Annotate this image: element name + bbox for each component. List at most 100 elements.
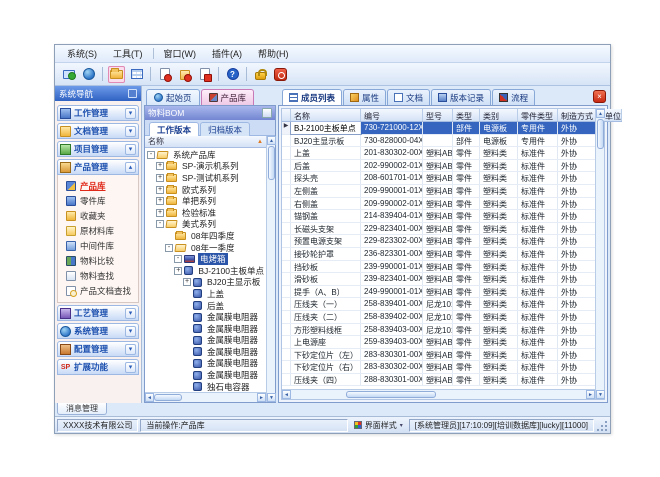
tab-working-version[interactable]: 工作版本 <box>149 122 199 136</box>
tree-expander[interactable]: + <box>174 267 182 275</box>
chevron-down-icon[interactable] <box>125 362 136 373</box>
open-folder-icon[interactable] <box>108 66 125 83</box>
chevron-up-icon[interactable] <box>125 162 136 173</box>
sidebar-group-document[interactable]: 文档管理 <box>57 123 139 139</box>
pin-icon[interactable] <box>262 108 272 118</box>
resize-grip[interactable] <box>596 419 608 432</box>
table-row[interactable]: 锚钢盖 214-839404-01X 塑料ABS 零件 塑料类 标准件 外协 条 <box>282 210 595 223</box>
column-header[interactable]: 编号 <box>361 109 423 121</box>
scroll-down-icon[interactable]: ▼ <box>596 390 605 399</box>
table-row[interactable]: 预置电源支架 229-823302-00X 塑料ABS 零件 塑料类 标准件 外… <box>282 235 595 248</box>
scroll-right-icon[interactable]: ► <box>586 390 595 399</box>
sidebar-group-product[interactable]: 产品管理 <box>57 159 139 175</box>
collapse-icon[interactable] <box>128 89 137 98</box>
sidebar-item[interactable]: 原材料库 <box>58 223 138 238</box>
tab-archived-version[interactable]: 归档版本 <box>200 122 250 136</box>
tree-expander[interactable]: + <box>156 197 164 205</box>
menu-item[interactable]: 帮助(H) <box>250 45 297 62</box>
chevron-down-icon[interactable] <box>125 126 136 137</box>
table-horizontal-scrollbar[interactable]: ◄ ► <box>282 389 595 399</box>
tree-row[interactable]: + BJ20主显示板 <box>145 277 266 289</box>
column-header[interactable]: 类型 <box>453 109 480 121</box>
sidebar-item[interactable]: 物料查找 <box>58 268 138 283</box>
lock-icon[interactable] <box>252 66 269 83</box>
scroll-thumb[interactable] <box>346 391 436 398</box>
sidebar-group-process[interactable]: 工艺管理 <box>57 305 139 321</box>
scroll-up-icon[interactable]: ▲ <box>596 109 605 118</box>
tree-row[interactable]: 金属膜电阻器 <box>145 311 266 323</box>
menu-item[interactable]: 插件(A) <box>204 45 250 62</box>
table-vertical-scrollbar[interactable]: ▲ ▼ <box>595 109 604 399</box>
table-row[interactable]: 后盖 202-990002-01X 塑料ABS 零件 塑料类 标准件 外协 条 <box>282 160 595 173</box>
table-row[interactable]: 提手（A、B） 249-990001-01X 塑料ABS 零件 塑料类 标准件 … <box>282 286 595 299</box>
chevron-down-icon[interactable] <box>125 344 136 355</box>
table-row[interactable]: 探头壳 208-601701-01X 塑料ABS 零件 塑料类 标准件 外协 条 <box>282 172 595 185</box>
menu-item[interactable] <box>153 48 154 59</box>
tree-row[interactable]: 金属膜电阻器 <box>145 369 266 381</box>
tree-row[interactable]: + SP-演示机系列 <box>145 161 266 173</box>
tree-expander[interactable]: + <box>156 174 164 182</box>
table-row[interactable]: 压线夹（四） 288-830301-00X 塑料ABS 零件 塑料类 标准件 外… <box>282 374 595 387</box>
scroll-thumb[interactable] <box>154 394 182 401</box>
member-tab[interactable]: 版本记录 <box>431 89 491 105</box>
sidebar-item[interactable]: 产品库 <box>58 178 138 193</box>
tree-row[interactable]: + BJ-2100主板单点 <box>145 265 266 277</box>
table-row[interactable]: 滑砂板 239-823401-00X 塑料ABS 零件 塑料类 标准件 外协 条 <box>282 273 595 286</box>
scroll-thumb[interactable] <box>268 146 275 180</box>
scroll-down-icon[interactable]: ▼ <box>267 393 276 402</box>
table-row[interactable]: 方形塑料线框 258-839403-00X 尼龙1010 零件 塑料类 标准件 … <box>282 324 595 337</box>
tab-start-page[interactable]: 起始页 <box>146 89 200 105</box>
sidebar-group-work[interactable]: 工作管理 <box>57 105 139 121</box>
scroll-thumb[interactable] <box>597 119 604 149</box>
table-row[interactable]: 下砂定位片（左） 283-830301-00X 塑料ABS 零件 塑料类 标准件… <box>282 349 595 362</box>
chevron-down-icon[interactable] <box>125 144 136 155</box>
column-header[interactable]: 名称 <box>291 109 361 121</box>
menu-item[interactable]: 窗口(W) <box>156 45 205 62</box>
tree-expander[interactable]: - <box>165 244 173 252</box>
column-header[interactable]: 型号 <box>423 109 453 121</box>
member-tab[interactable]: 流程 <box>492 89 535 105</box>
table-row[interactable]: 接砂轮护罩 236-823301-00X 塑料ABS 零件 塑料类 标准件 外协… <box>282 248 595 261</box>
column-header[interactable]: 类别 <box>480 109 518 121</box>
tree-row[interactable]: - 美式系列 <box>145 219 266 231</box>
tree-row[interactable]: 后盖 <box>145 300 266 312</box>
tree-row[interactable]: 08年四季度 <box>145 230 266 242</box>
doc-close-badge-icon[interactable] <box>196 66 213 83</box>
column-header[interactable]: 单位 <box>602 109 622 121</box>
tree-row[interactable]: 金属膜电阻器 <box>145 346 266 358</box>
tree-row[interactable]: 独石电容器 <box>145 381 266 392</box>
sidebar-item[interactable]: 中间件库 <box>58 238 138 253</box>
scroll-up-icon[interactable]: ▲ <box>267 136 276 145</box>
scroll-right-icon[interactable]: ► <box>257 393 266 402</box>
sidebar-group-config[interactable]: 配置管理 <box>57 341 139 357</box>
tree-horizontal-scrollbar[interactable]: ◄ ► <box>145 392 266 402</box>
scroll-left-icon[interactable]: ◄ <box>282 390 291 399</box>
folder-badge-icon[interactable] <box>176 66 193 83</box>
sidebar-item[interactable]: 零件库 <box>58 193 138 208</box>
tree-vertical-scrollbar[interactable]: ▲ ▼ <box>266 136 275 402</box>
tab-message-manager[interactable]: 消息管理 <box>57 403 107 415</box>
tree-row[interactable]: + 检验标准 <box>145 207 266 219</box>
tree-expander[interactable]: + <box>156 186 164 194</box>
tab-product-library[interactable]: 产品库 <box>201 89 255 105</box>
table-row[interactable]: 上盖 201-830302-00X 塑料ABS 零件 塑料类 标准件 外协 条 <box>282 147 595 160</box>
menu-item[interactable]: 系统(S) <box>59 45 105 62</box>
sidebar-group-extension[interactable]: 扩展功能 <box>57 359 139 375</box>
globe-icon[interactable] <box>80 66 97 83</box>
sidebar-group-system[interactable]: 系统管理 <box>57 323 139 339</box>
tree-row[interactable]: + SP-测试机系列 <box>145 172 266 184</box>
tree-expander[interactable]: - <box>156 220 164 228</box>
tree-expander[interactable]: - <box>174 255 182 263</box>
ui-style-dropdown[interactable]: 界面样式 <box>350 420 407 431</box>
table-row[interactable]: 左侧盖 209-990001-01X 塑料ABS 零件 塑料类 标准件 外协 条 <box>282 185 595 198</box>
tree-row[interactable]: - 电烤箱 <box>145 253 266 265</box>
member-tab[interactable]: 成员列表 <box>282 89 342 105</box>
exit-icon[interactable] <box>272 66 289 83</box>
table-row[interactable]: 压线夹（二） 258-839402-00X 尼龙1010 零件 塑料类 标准件 … <box>282 311 595 324</box>
tree-row[interactable]: 金属膜电阻器 <box>145 335 266 347</box>
report-grid-icon[interactable] <box>128 66 145 83</box>
tree-expander[interactable]: - <box>147 151 155 159</box>
table-row[interactable]: ▶ BJ-2100主板单点 730-721000-12X 部件 电源板 专用件 … <box>282 122 595 135</box>
table-row[interactable]: 下砂定位片（右） 283-830302-00X 塑料ABS 零件 塑料类 标准件… <box>282 361 595 374</box>
tree-row[interactable]: 上盖 <box>145 288 266 300</box>
